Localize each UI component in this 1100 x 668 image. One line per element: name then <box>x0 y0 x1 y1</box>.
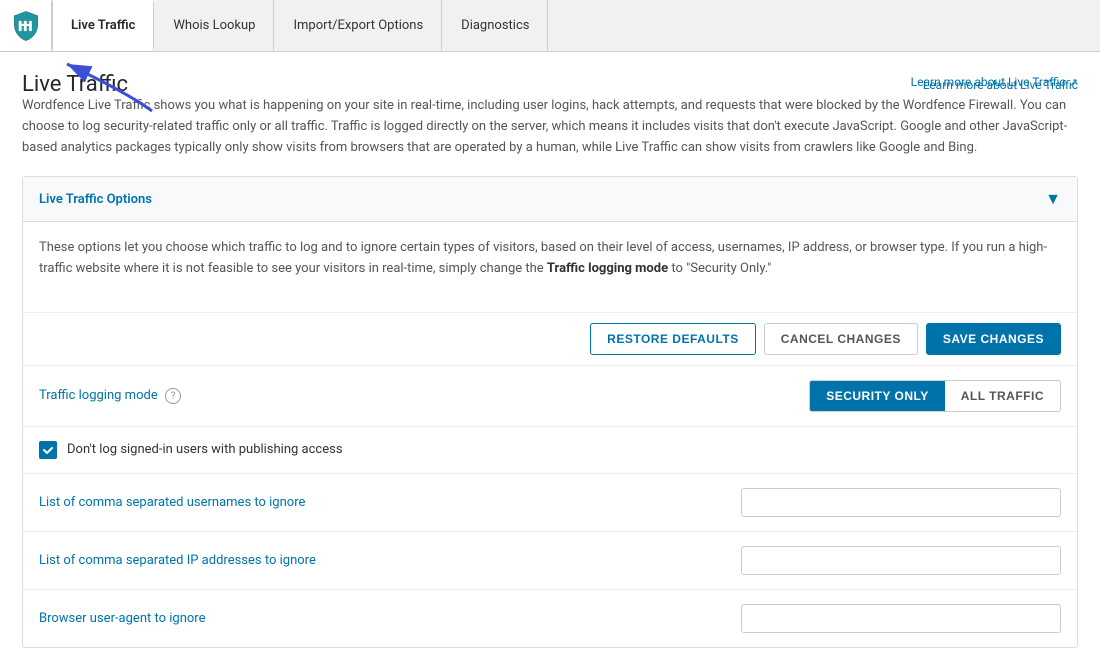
app-logo <box>0 0 52 51</box>
nav-tabs: Live Traffic Whois Lookup Import/Export … <box>52 0 548 51</box>
table-row-ips: List of comma separated IP addresses to … <box>23 531 1077 589</box>
tab-diagnostics[interactable]: Diagnostics <box>442 0 548 51</box>
user-agent-input[interactable] <box>741 604 1061 633</box>
save-changes-button[interactable]: SAVE CHANGES <box>926 323 1061 355</box>
checkbox-row-signed-in: Don't log signed-in users with publishin… <box>23 426 1077 473</box>
dont-log-label: Don't log signed-in users with publishin… <box>67 442 343 457</box>
options-box: Live Traffic Options ▼ These options let… <box>22 176 1078 648</box>
toggle-all-traffic[interactable]: ALL TRAFFIC <box>945 381 1060 411</box>
options-header[interactable]: Live Traffic Options ▼ <box>23 177 1077 222</box>
page-title: Live Traffic <box>22 72 128 97</box>
external-link-icon: ↗ <box>1069 76 1078 89</box>
ips-label: List of comma separated IP addresses to … <box>23 531 655 589</box>
top-nav: Live Traffic Whois Lookup Import/Export … <box>0 0 1100 52</box>
user-agent-label: Browser user-agent to ignore <box>23 589 655 647</box>
table-row-usernames: List of comma separated usernames to ign… <box>23 473 1077 531</box>
options-body: These options let you choose which traff… <box>23 222 1077 312</box>
main-content: Live Traffic Learn more about Live Traff… <box>0 52 1100 668</box>
settings-table-inputs: List of comma separated usernames to ign… <box>23 473 1077 647</box>
tab-import-export-label: Import/Export Options <box>293 18 423 33</box>
toggle-group-traffic: SECURITY ONLY ALL TRAFFIC <box>809 380 1061 412</box>
toggle-security-only[interactable]: SECURITY ONLY <box>810 381 945 411</box>
usernames-control <box>655 473 1077 531</box>
table-row-traffic-logging: Traffic logging mode ? SECURITY ONLY ALL… <box>23 365 1077 426</box>
ips-input[interactable] <box>741 546 1061 575</box>
tab-live-traffic-label: Live Traffic <box>71 18 135 33</box>
tab-diagnostics-label: Diagnostics <box>461 18 529 33</box>
table-row-user-agent: Browser user-agent to ignore <box>23 589 1077 647</box>
tab-whois-lookup[interactable]: Whois Lookup <box>154 0 274 51</box>
cancel-changes-button[interactable]: CANCEL CHANGES <box>764 323 918 355</box>
page-description: Wordfence Live Traffic shows you what is… <box>22 96 1078 158</box>
traffic-logging-label: Traffic logging mode ? <box>23 365 655 426</box>
options-header-title: Live Traffic Options <box>39 192 152 207</box>
learn-more-text: Learn more about Live Traffic <box>911 75 1066 89</box>
options-description-text: These options let you choose which traff… <box>39 240 1047 276</box>
settings-table: Traffic logging mode ? SECURITY ONLY ALL… <box>23 365 1077 426</box>
options-description: These options let you choose which traff… <box>39 238 1061 280</box>
checkmark-icon <box>42 444 54 456</box>
tab-whois-lookup-label: Whois Lookup <box>173 18 255 33</box>
help-icon[interactable]: ? <box>165 388 181 404</box>
options-description-end: to "Security Only." <box>671 261 771 276</box>
dont-log-checkbox[interactable] <box>39 441 57 459</box>
usernames-label: List of comma separated usernames to ign… <box>23 473 655 531</box>
tab-import-export[interactable]: Import/Export Options <box>274 0 442 51</box>
usernames-input[interactable] <box>741 488 1061 517</box>
user-agent-control <box>655 589 1077 647</box>
learn-more-link-2[interactable]: Learn more about Live Traffic ↗ <box>911 75 1078 89</box>
traffic-logging-control: SECURITY ONLY ALL TRAFFIC <box>655 365 1077 426</box>
restore-defaults-button[interactable]: RESTORE DEFAULTS <box>590 323 756 355</box>
action-buttons: RESTORE DEFAULTS CANCEL CHANGES SAVE CHA… <box>23 312 1077 365</box>
chevron-down-icon: ▼ <box>1045 189 1061 209</box>
ips-control <box>655 531 1077 589</box>
tab-live-traffic[interactable]: Live Traffic <box>52 0 154 51</box>
options-description-bold: Traffic logging mode <box>547 261 668 276</box>
wordfence-logo-icon <box>10 10 42 42</box>
traffic-logging-mode-text: Traffic logging mode <box>39 388 158 403</box>
